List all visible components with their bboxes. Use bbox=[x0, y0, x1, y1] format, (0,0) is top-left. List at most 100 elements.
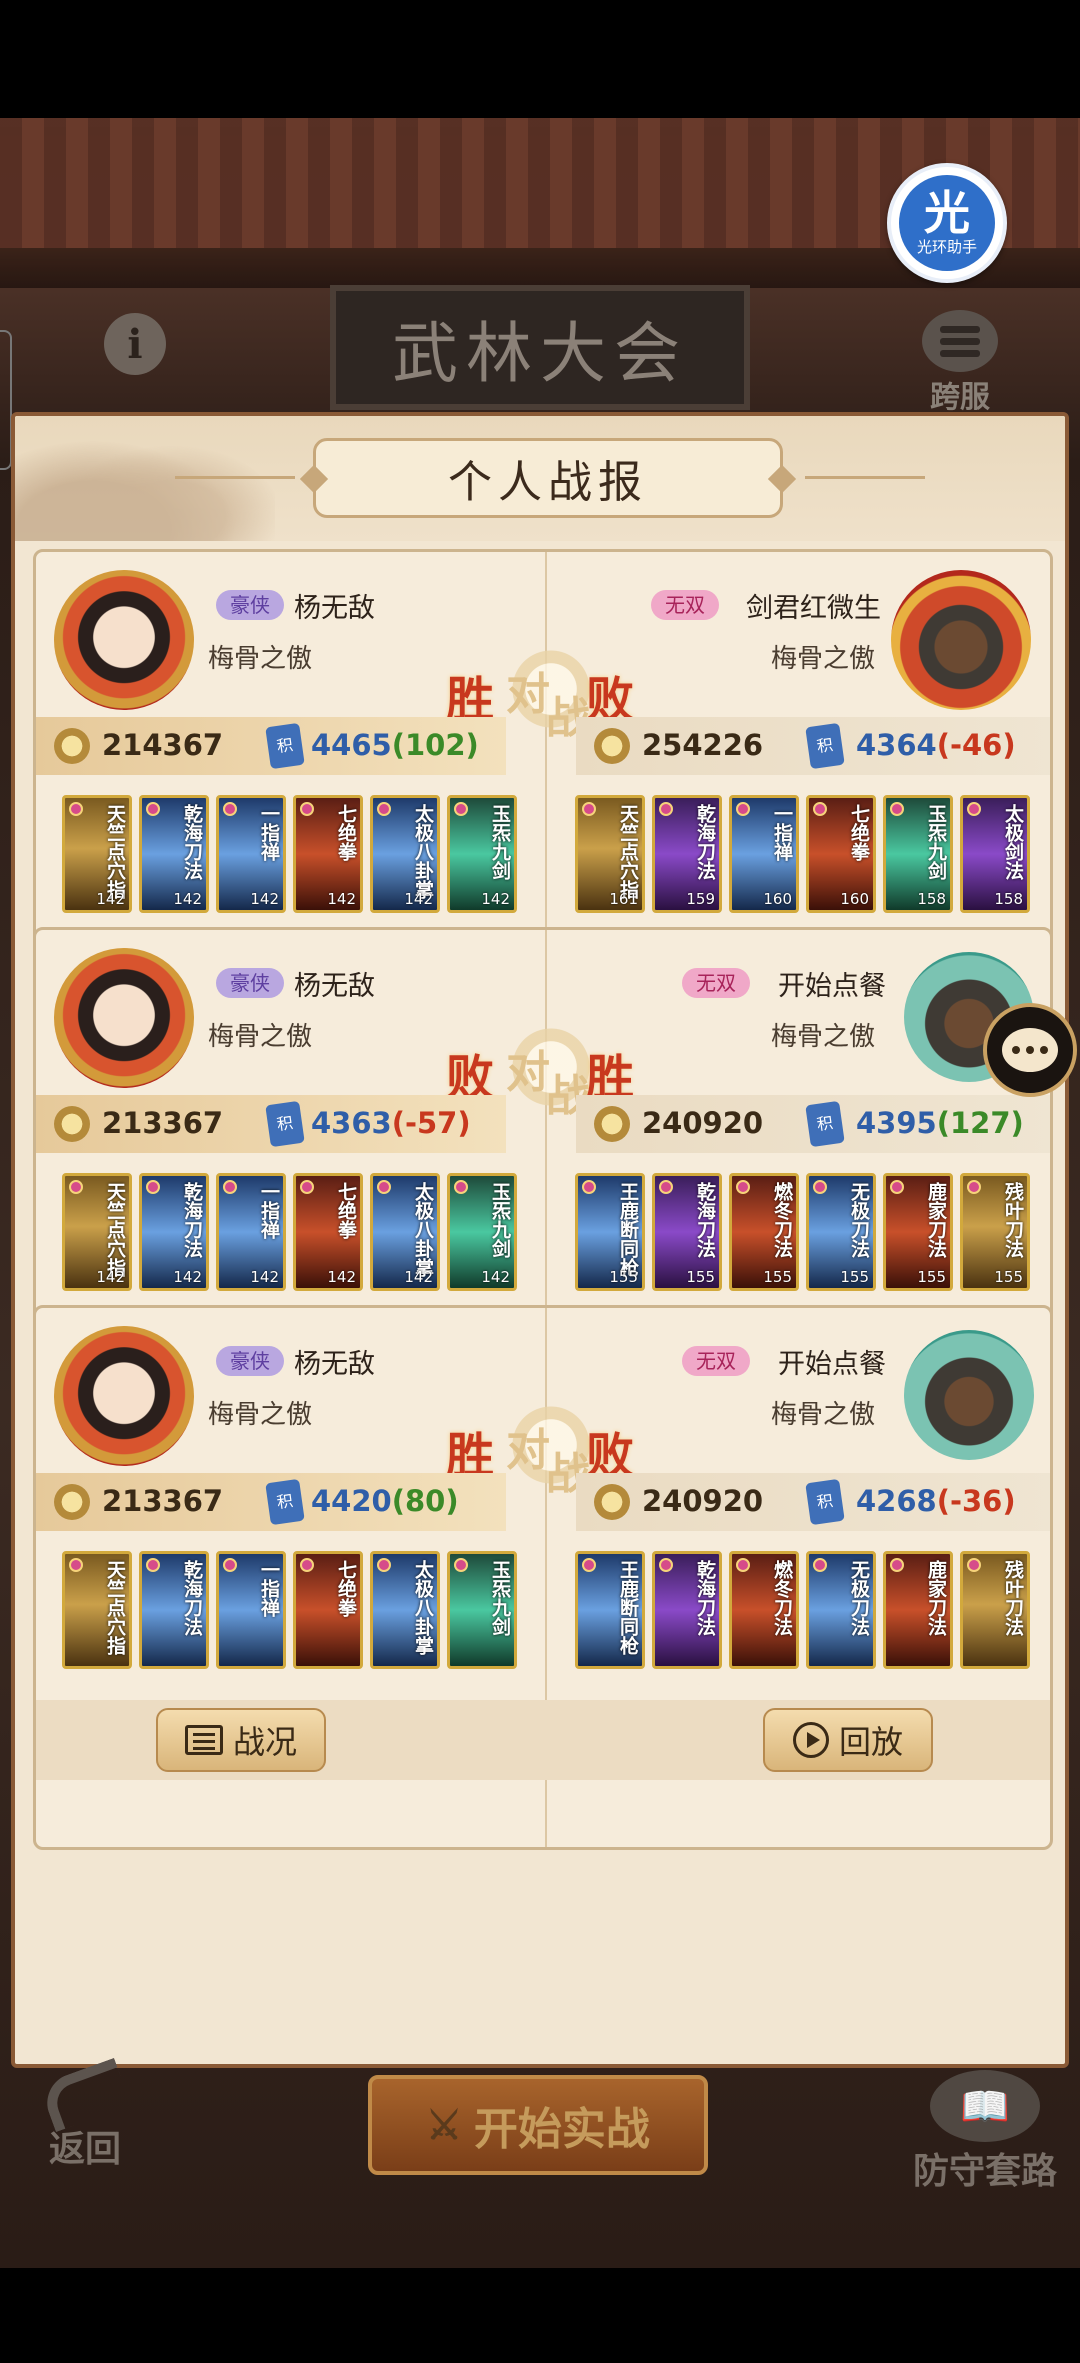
hero-skill-name: 乾海刀法 bbox=[694, 1560, 716, 1636]
info-icon[interactable]: i bbox=[104, 313, 166, 375]
hero-card[interactable]: 玉炁九剑 bbox=[447, 1551, 517, 1669]
start-battle-button[interactable]: ⚔ 开始实战 bbox=[368, 2075, 708, 2175]
header-ornament-right bbox=[805, 476, 925, 479]
rarity-gem-icon bbox=[69, 802, 83, 816]
hero-card[interactable]: 天竺点穴指 142 bbox=[62, 795, 132, 913]
hero-card[interactable]: 王鹿断同枪 155 bbox=[575, 1173, 645, 1291]
rank-score-icon: 积 bbox=[265, 1478, 305, 1526]
player-lineup: 天竺点穴指 142 乾海刀法 142 一指禅 142 七绝拳 142 太极八卦掌 142 玉炁九剑 1… bbox=[62, 1173, 517, 1291]
hero-card[interactable]: 一指禅 142 bbox=[216, 1173, 286, 1291]
hero-card[interactable]: 太极八卦掌 142 bbox=[370, 1173, 440, 1291]
panel-title: 个人战报 bbox=[448, 457, 648, 508]
hero-level: 142 bbox=[250, 890, 279, 908]
hero-card[interactable]: 七绝拳 bbox=[293, 1551, 363, 1669]
rarity-gem-icon bbox=[582, 1558, 596, 1572]
halo-helper-button[interactable]: 光 光环助手 bbox=[887, 163, 1007, 283]
combat-power: 254226 bbox=[642, 728, 764, 762]
hero-card[interactable]: 太极剑法 158 bbox=[960, 795, 1030, 913]
player-stats-bar: 214367 积 4465(102) bbox=[36, 717, 506, 775]
rarity-gem-icon bbox=[890, 802, 904, 816]
hero-level: 161 bbox=[609, 890, 638, 908]
hero-level: 159 bbox=[686, 890, 715, 908]
rarity-gem-icon bbox=[69, 1180, 83, 1194]
hero-skill-name: 玉炁九剑 bbox=[489, 1560, 511, 1636]
hero-card[interactable]: 乾海刀法 159 bbox=[652, 795, 722, 913]
hero-card[interactable]: 乾海刀法 155 bbox=[652, 1173, 722, 1291]
hero-card[interactable]: 太极八卦掌 142 bbox=[370, 795, 440, 913]
hero-level: 160 bbox=[763, 890, 792, 908]
hero-card[interactable]: 七绝拳 142 bbox=[293, 795, 363, 913]
battle-record-card: 豪侠 杨无敌 梅骨之傲 无双 开始点餐 梅骨之傲 胜 对 战 败 213367 … bbox=[33, 1305, 1053, 1850]
rarity-gem-icon bbox=[69, 1558, 83, 1572]
hero-skill-name: 太极剑法 bbox=[1002, 804, 1024, 880]
title-badge: 无双 bbox=[651, 590, 719, 620]
hero-skill-name: 无极刀法 bbox=[848, 1560, 870, 1636]
personal-battle-report-panel: 个人战报 豪侠 杨无敌 梅骨之傲 无双 剑君红微生 梅骨之傲 胜 对 战 败 2… bbox=[11, 412, 1069, 2068]
rarity-gem-icon bbox=[813, 802, 827, 816]
hero-skill-name: 乾海刀法 bbox=[181, 1182, 203, 1258]
replay-button[interactable]: 回放 bbox=[763, 1708, 933, 1772]
opponent-avatar[interactable] bbox=[891, 570, 1031, 710]
hero-card[interactable]: 无极刀法 bbox=[806, 1551, 876, 1669]
opponent-guild: 梅骨之傲 bbox=[771, 1400, 876, 1430]
battle-report-button[interactable]: 战况 bbox=[156, 1708, 326, 1772]
hero-card[interactable]: 残叶刀法 155 bbox=[960, 1173, 1030, 1291]
hero-card[interactable]: 天竺点穴指 142 bbox=[62, 1173, 132, 1291]
rarity-gem-icon bbox=[736, 802, 750, 816]
screen: 光 光环助手 i 武林大会 跨服 个人战报 豪侠 杨无敌 梅骨之傲 无双 剑君红… bbox=[0, 0, 1080, 2363]
hero-skill-name: 无极刀法 bbox=[848, 1182, 870, 1258]
rarity-gem-icon bbox=[454, 802, 468, 816]
hero-skill-name: 玉炁九剑 bbox=[489, 1182, 511, 1258]
hero-card[interactable]: 燃冬刀法 bbox=[729, 1551, 799, 1669]
hero-card[interactable]: 天竺点穴指 161 bbox=[575, 795, 645, 913]
player-avatar[interactable] bbox=[54, 1326, 194, 1466]
hero-card[interactable]: 鹿家刀法 155 bbox=[883, 1173, 953, 1291]
hero-card[interactable]: 残叶刀法 bbox=[960, 1551, 1030, 1669]
hero-card[interactable]: 燃冬刀法 155 bbox=[729, 1173, 799, 1291]
score-delta: (102) bbox=[391, 728, 479, 762]
hero-card[interactable]: 一指禅 160 bbox=[729, 795, 799, 913]
hero-card[interactable]: 玉炁九剑 142 bbox=[447, 795, 517, 913]
hero-skill-name: 王鹿断同枪 bbox=[617, 1182, 639, 1277]
hero-skill-name: 一指禅 bbox=[258, 804, 280, 861]
hero-card[interactable]: 乾海刀法 142 bbox=[139, 795, 209, 913]
hero-level: 155 bbox=[609, 1268, 638, 1286]
defense-routine-button[interactable]: 📖 防守套路 bbox=[895, 2070, 1075, 2194]
hero-card[interactable]: 七绝拳 160 bbox=[806, 795, 876, 913]
hero-card[interactable]: 玉炁九剑 158 bbox=[883, 795, 953, 913]
opponent-avatar[interactable] bbox=[904, 1330, 1034, 1460]
rank-score: 4268 bbox=[856, 1484, 937, 1518]
hero-card[interactable]: 玉炁九剑 142 bbox=[447, 1173, 517, 1291]
hero-skill-name: 天竺点穴指 bbox=[617, 804, 639, 899]
hero-card[interactable]: 乾海刀法 bbox=[139, 1551, 209, 1669]
hero-level: 158 bbox=[994, 890, 1023, 908]
hero-level: 158 bbox=[917, 890, 946, 908]
player-name: 杨无敌 bbox=[294, 593, 375, 624]
hero-card[interactable]: 天竺点穴指 bbox=[62, 1551, 132, 1669]
hero-skill-name: 太极八卦掌 bbox=[412, 1560, 434, 1655]
rarity-gem-icon bbox=[377, 1180, 391, 1194]
hero-level: 155 bbox=[763, 1268, 792, 1286]
cross-server-button[interactable]: 跨服 bbox=[915, 310, 1005, 415]
hero-card[interactable]: 乾海刀法 142 bbox=[139, 1173, 209, 1291]
player-avatar[interactable] bbox=[54, 948, 194, 1088]
versus-text: 对 bbox=[506, 1047, 550, 1098]
player-avatar[interactable] bbox=[54, 570, 194, 710]
hero-skill-name: 王鹿断同枪 bbox=[617, 1560, 639, 1655]
hero-skill-name: 天竺点穴指 bbox=[104, 1182, 126, 1277]
hero-card[interactable]: 鹿家刀法 bbox=[883, 1551, 953, 1669]
hero-skill-name: 燃冬刀法 bbox=[771, 1560, 793, 1636]
rarity-gem-icon bbox=[967, 1558, 981, 1572]
hero-card[interactable]: 一指禅 142 bbox=[216, 795, 286, 913]
hero-card[interactable]: 乾海刀法 bbox=[652, 1551, 722, 1669]
hero-card[interactable]: 七绝拳 142 bbox=[293, 1173, 363, 1291]
hero-card[interactable]: 王鹿断同枪 bbox=[575, 1551, 645, 1669]
chat-button[interactable] bbox=[983, 1003, 1077, 1097]
hero-card[interactable]: 无极刀法 155 bbox=[806, 1173, 876, 1291]
hero-card[interactable]: 一指禅 bbox=[216, 1551, 286, 1669]
hero-skill-name: 玉炁九剑 bbox=[489, 804, 511, 880]
battle-report-label: 战况 bbox=[232, 1723, 297, 1761]
hero-card[interactable]: 太极八卦掌 bbox=[370, 1551, 440, 1669]
back-button[interactable]: 返回 bbox=[30, 2057, 140, 2172]
rarity-gem-icon bbox=[377, 1558, 391, 1572]
